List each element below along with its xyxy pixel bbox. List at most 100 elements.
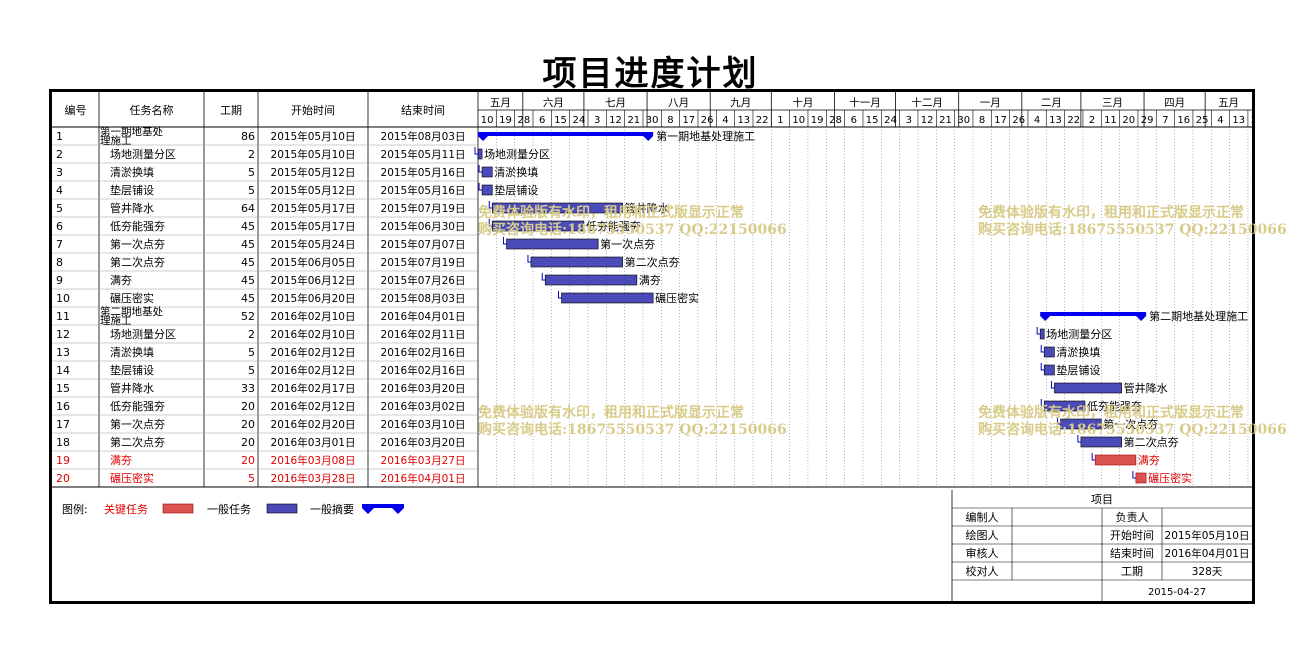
table-header: 工期 bbox=[220, 104, 242, 117]
legend-normal-swatch bbox=[266, 503, 298, 514]
day-label: 6 bbox=[539, 115, 545, 126]
day-label: 26 bbox=[701, 115, 714, 126]
month-label: 五月 bbox=[490, 97, 511, 109]
legend-critical-swatch bbox=[162, 503, 194, 514]
bar-label: 第一期地基处理施工 bbox=[656, 129, 755, 143]
task-end: 2015年06月30日 bbox=[381, 220, 466, 233]
task-duration: 20 bbox=[241, 400, 255, 413]
bar-label: 场地测量分区 bbox=[484, 147, 550, 161]
task-bar bbox=[1039, 328, 1045, 340]
task-duration: 33 bbox=[241, 382, 255, 395]
bar-label: 第二次点夯 bbox=[625, 255, 680, 269]
task-id: 2 bbox=[56, 148, 63, 161]
task-end: 2016年03月20日 bbox=[381, 382, 466, 395]
bar-label: 场地测量分区 bbox=[1046, 327, 1112, 341]
day-label: 15 bbox=[554, 115, 567, 126]
task-bar bbox=[530, 256, 623, 268]
watermark-line2: 购买咨询电话:18675550537 QQ:22150066 bbox=[478, 422, 787, 438]
task-duration: 45 bbox=[241, 220, 255, 233]
task-bar bbox=[506, 238, 599, 250]
day-label: 28 bbox=[517, 115, 530, 126]
task-name: 清淤换填 bbox=[110, 345, 154, 359]
day-label: 11 bbox=[1104, 115, 1117, 126]
task-start: 2016年03月08日 bbox=[271, 454, 356, 467]
task-name: 理施工 bbox=[100, 134, 132, 147]
dependency-arrow bbox=[478, 183, 483, 191]
task-start: 2016年03月01日 bbox=[271, 436, 356, 449]
day-label: 13 bbox=[1232, 115, 1245, 126]
info-value: 2016年04月01日 bbox=[1165, 547, 1250, 560]
task-id: 14 bbox=[56, 364, 70, 377]
day-label: 15 bbox=[866, 115, 879, 126]
task-start: 2016年02月17日 bbox=[271, 382, 356, 395]
task-name: 碾压密实 bbox=[110, 291, 154, 305]
critical-bar bbox=[1135, 472, 1147, 484]
task-end: 2015年05月16日 bbox=[381, 184, 466, 197]
day-label: 30 bbox=[646, 115, 659, 126]
task-name: 第一次点夯 bbox=[110, 417, 165, 431]
table-header: 任务名称 bbox=[130, 103, 174, 117]
task-end: 2015年08月03日 bbox=[381, 130, 466, 143]
task-duration: 45 bbox=[241, 256, 255, 269]
task-name: 清淤换填 bbox=[110, 165, 154, 179]
watermark-line2: 购买咨询电话:18675550537 QQ:22150066 bbox=[978, 422, 1287, 438]
day-label: 26 bbox=[1012, 115, 1025, 126]
task-duration: 5 bbox=[248, 346, 255, 359]
task-bar bbox=[544, 274, 638, 286]
bar-label: 碾压密实 bbox=[1148, 471, 1192, 485]
day-label: 8 bbox=[979, 115, 985, 126]
task-end: 2015年07月26日 bbox=[381, 274, 466, 287]
task-end: 2016年02月16日 bbox=[381, 346, 466, 359]
bar-label: 满夯 bbox=[639, 274, 661, 287]
task-duration: 64 bbox=[241, 202, 255, 215]
info-label: 结束时间 bbox=[1110, 547, 1154, 560]
day-label: 24 bbox=[884, 115, 897, 126]
task-bar bbox=[561, 292, 654, 304]
day-label: 12 bbox=[921, 115, 934, 126]
day-label: 20 bbox=[1122, 115, 1135, 126]
table-header: 结束时间 bbox=[401, 104, 445, 117]
info-label: 开始时间 bbox=[1110, 528, 1154, 542]
task-id: 5 bbox=[56, 202, 63, 215]
task-id: 7 bbox=[56, 238, 63, 251]
day-label: 13 bbox=[1049, 115, 1062, 126]
task-name: 碾压密实 bbox=[110, 471, 154, 485]
task-id: 6 bbox=[56, 220, 63, 233]
legend-normal-label: 一般任务 bbox=[207, 503, 251, 516]
month-label: 四月 bbox=[1164, 97, 1185, 109]
critical-bar bbox=[1094, 454, 1137, 466]
dependency-arrow bbox=[527, 255, 531, 263]
task-start: 2016年02月12日 bbox=[271, 364, 356, 377]
task-end: 2016年03月20日 bbox=[381, 436, 466, 449]
task-start: 2016年03月28日 bbox=[271, 472, 356, 485]
task-bar bbox=[1043, 364, 1055, 376]
task-bar bbox=[481, 184, 493, 196]
bar-label: 垫层铺设 bbox=[494, 183, 538, 197]
watermark-line2: 购买咨询电话:18675550537 QQ:22150066 bbox=[978, 222, 1287, 238]
day-label: 10 bbox=[481, 115, 494, 126]
dependency-arrow bbox=[1050, 381, 1055, 389]
task-id: 1 bbox=[56, 130, 63, 143]
info-date: 2015-04-27 bbox=[1148, 587, 1206, 598]
task-name: 垫层铺设 bbox=[110, 363, 154, 377]
task-start: 2015年06月20日 bbox=[271, 292, 356, 305]
task-end: 2016年03月10日 bbox=[381, 418, 466, 431]
task-id: 20 bbox=[56, 472, 70, 485]
month-label: 六月 bbox=[543, 97, 564, 109]
bar-label: 清淤换填 bbox=[494, 165, 538, 179]
task-name: 满夯 bbox=[110, 454, 132, 467]
info-value: 328天 bbox=[1192, 566, 1223, 578]
info-label: 负责人 bbox=[1116, 510, 1149, 524]
task-name: 场地测量分区 bbox=[110, 147, 176, 161]
month-label: 十二月 bbox=[911, 96, 943, 109]
legend-summary-swatch bbox=[362, 504, 404, 514]
task-end: 2016年04月01日 bbox=[381, 310, 466, 323]
bar-label: 管井降水 bbox=[1124, 381, 1168, 395]
day-label: 21 bbox=[627, 115, 640, 126]
bar-label: 垫层铺设 bbox=[1056, 363, 1100, 377]
month-label: 九月 bbox=[730, 97, 751, 109]
bar-label: 满夯 bbox=[1138, 454, 1160, 467]
task-id: 12 bbox=[56, 328, 70, 341]
month-label: 三月 bbox=[1102, 97, 1123, 109]
legend-summary-label: 一般摘要 bbox=[310, 502, 354, 516]
